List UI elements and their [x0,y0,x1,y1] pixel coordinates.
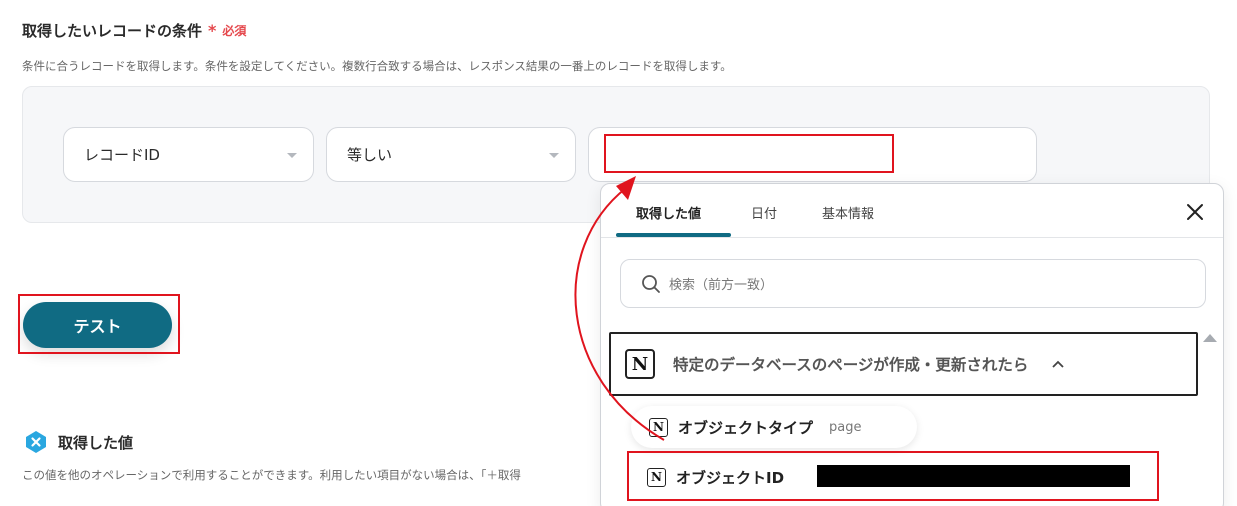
item-label: オブジェクトタイプ [678,418,814,437]
chevron-down-icon [549,153,559,158]
search-placeholder: 検索（前方一致） [669,278,774,293]
condition-title: 取得したいレコードの条件 * 必須 [22,20,246,41]
close-icon[interactable] [1183,200,1207,224]
required-label: 必須 [222,24,247,38]
test-button-highlight [18,294,180,354]
notion-icon: N [625,349,655,379]
trigger-group-header[interactable]: N 特定のデータベースのページが作成・更新されたら [609,332,1198,396]
popup-tabs: 取得した値 日付 基本情報 [601,184,1223,238]
operator-select[interactable]: 等しい [326,127,576,182]
condition-description: 条件に合うレコードを取得します。条件を設定してください。複数行合致する場合は、レ… [22,59,732,73]
scroll-up-arrow[interactable] [1203,334,1217,342]
notion-icon: N [649,417,668,437]
result-description: この値を他のオペレーションで利用することができます。利用したい項目がない場合は、… [22,468,521,482]
condition-title-text: 取得したいレコードの条件 [22,22,203,40]
list-item-object-type[interactable]: N オブジェクトタイプ page [631,406,917,448]
tab-acquired-values[interactable]: 取得した値 [636,203,701,222]
active-tab-indicator [616,233,731,237]
chevron-up-icon [1052,360,1065,368]
chevron-down-icon [287,153,297,158]
tab-date[interactable]: 日付 [751,203,777,222]
tab-basic-info[interactable]: 基本情報 [822,203,874,222]
object-id-highlight [627,451,1159,501]
value-input-highlight [604,134,894,173]
search-icon [642,274,660,293]
search-input[interactable]: 検索（前方一致） [620,259,1206,308]
field-select-value: レコードID [84,146,160,164]
required-star: * [208,21,217,40]
result-title-text: 取得した値 [58,433,134,452]
field-select[interactable]: レコードID [63,127,314,182]
item-value: page [829,419,862,435]
group-title: 特定のデータベースのページが作成・更新されたら [673,356,1029,374]
result-title: 取得した値 [24,430,133,454]
x-hex-icon [26,431,46,453]
operator-select-value: 等しい [347,146,393,164]
